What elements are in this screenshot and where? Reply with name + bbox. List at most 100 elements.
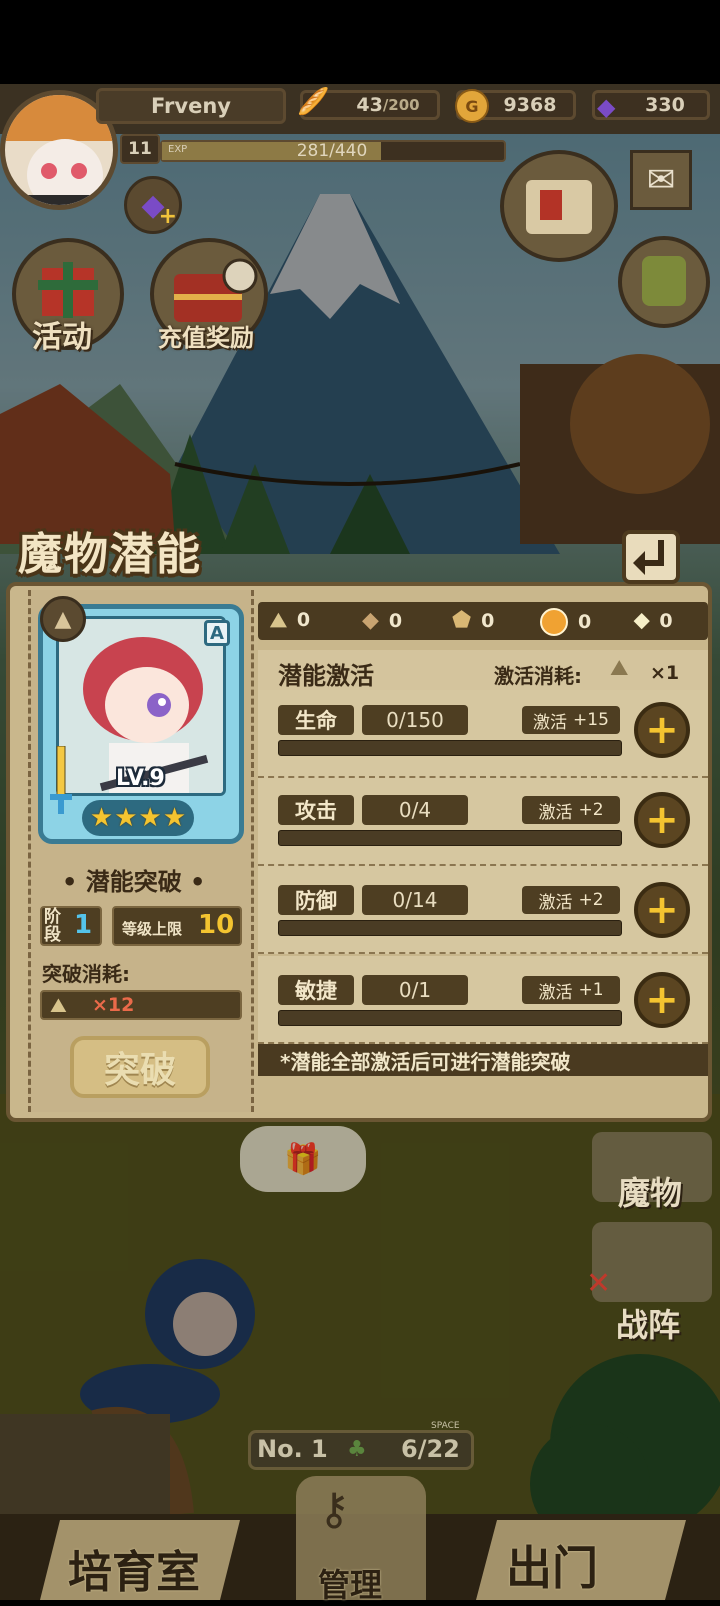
stat-name: 生命 <box>278 705 354 735</box>
orb-icon <box>540 608 568 636</box>
quest-scroll-button[interactable] <box>500 150 618 262</box>
level-cap-label: 等级上限 <box>122 920 183 938</box>
formation-menu-label: 战阵 <box>616 1306 681 1344</box>
ore-icon: ⛰ <box>50 993 67 1017</box>
space-count: 6/22 <box>401 1435 460 1463</box>
material-slot-2: ◆ 0 <box>362 608 402 633</box>
plus-icon: + <box>158 204 177 229</box>
stat-progress-track <box>278 740 622 756</box>
activate-label: 激活 <box>533 712 568 733</box>
material-slot-3: ⬟ 0 <box>452 608 494 633</box>
stage-box: 阶段 1 <box>40 906 102 946</box>
breakthrough-cost-box: ⛰ ×12 <box>40 990 242 1020</box>
back-button[interactable] <box>622 530 680 584</box>
stat-value: 0/150 <box>362 705 468 735</box>
stat-name: 敏捷 <box>278 975 354 1005</box>
breakthrough-cost-label: 突破消耗: <box>42 962 130 986</box>
stat-bonus: 激活 +15 <box>522 706 620 734</box>
star-icon: ★ <box>162 803 187 833</box>
rank-badge: A <box>204 620 230 646</box>
sword-class-icon <box>48 745 72 816</box>
monster-level: LV.9 <box>116 766 165 791</box>
mail-button[interactable]: ✉ <box>630 150 692 210</box>
plus-icon: + <box>645 797 679 843</box>
return-arrow-icon <box>633 540 664 575</box>
exp-bar: EXP 281/440 <box>160 140 506 162</box>
stat-bonus: 激活 +2 <box>522 796 620 824</box>
light-crystal-icon: ⬥ <box>634 608 650 633</box>
material-count: 0 <box>296 609 311 631</box>
gold-value: 9368 <box>503 94 557 116</box>
material-count: 0 <box>481 609 495 632</box>
stat-value: 0/4 <box>362 795 468 825</box>
backpack-button[interactable] <box>618 236 710 328</box>
level-cap-box: 等级上限 10 <box>112 906 242 946</box>
stat-value: 0/1 <box>362 975 468 1005</box>
element-badge: ▲ <box>40 596 86 642</box>
activation-note: *潜能全部激活后可进行潜能突破 <box>258 1044 708 1076</box>
activate-attack-button[interactable]: + <box>634 792 690 848</box>
monsters-menu-label: 魔物 <box>618 1174 683 1212</box>
star-icon: ★ <box>89 803 114 833</box>
panel-title: 魔物潜能 <box>18 529 202 580</box>
backpack-icon <box>642 256 686 306</box>
mountain-element-icon: ▲ <box>54 606 72 632</box>
sprout-icon: ♣ <box>347 1437 367 1462</box>
activate-hp-button[interactable]: + <box>634 702 690 758</box>
activity-label: 活动 <box>32 320 92 355</box>
stat-value: 0/14 <box>362 885 468 915</box>
stat-name: 攻击 <box>278 795 354 825</box>
activation-cost-label: 激活消耗: <box>494 664 582 688</box>
star-icon: ★ <box>138 803 162 833</box>
recharge-label: 充值奖励 <box>158 324 254 352</box>
stat-progress-track <box>278 830 622 846</box>
activate-label: 激活 <box>538 892 573 913</box>
keys-icon: ⚷ <box>318 1484 351 1535</box>
breakthrough-button[interactable]: 突破 <box>70 1036 210 1098</box>
player-level: 11 <box>120 134 160 164</box>
rank-label: No. 1 <box>257 1435 328 1463</box>
gem-shard-icon: ⬟ <box>452 608 472 633</box>
stat-progress-track <box>278 920 622 936</box>
stage-value: 1 <box>74 910 93 940</box>
activate-agility-button[interactable]: + <box>634 972 690 1028</box>
bread-icon: 🥖 <box>297 87 330 117</box>
gift-bubble[interactable]: 🎁 <box>240 1126 366 1192</box>
gem-value: 330 <box>645 94 685 116</box>
plus-icon: + <box>645 887 679 933</box>
stat-bonus-value: +2 <box>578 890 604 910</box>
material-count: 0 <box>659 609 673 632</box>
activation-heading: 潜能激活 <box>278 662 374 690</box>
stat-bonus-value: +2 <box>578 800 604 820</box>
gem-add-button[interactable]: ◆ + <box>124 176 182 234</box>
space-label: SPACE <box>431 1421 460 1431</box>
material-slot-4: 0 <box>540 608 591 636</box>
stamina-display: 🥖 43 /200 <box>297 87 440 120</box>
star-icon: ★ <box>114 803 138 833</box>
activation-cost-value: ×1 <box>650 662 680 684</box>
material-count: 0 <box>388 609 403 632</box>
activate-label: 激活 <box>538 982 573 1003</box>
stat-bonus: 激活 +2 <box>522 886 620 914</box>
ore-icon: ⛰ <box>610 656 629 681</box>
exp-value: 281/440 <box>296 141 368 161</box>
stat-name: 防御 <box>278 885 354 915</box>
stat-bonus-value: +15 <box>573 710 609 730</box>
gift-icon: 🎁 <box>284 1141 322 1177</box>
space-bar: No. 1 ♣ SPACE 6/22 <box>248 1421 474 1470</box>
gold-display: G 9368 <box>455 89 576 123</box>
nursery-nav-label: 培育室 <box>68 1547 200 1598</box>
ore-icon: ⛰ <box>270 608 287 632</box>
star-rating: ★ ★ ★ ★ <box>82 800 194 836</box>
level-cap-value: 10 <box>198 910 235 940</box>
plus-icon: + <box>645 707 679 753</box>
gold-coin-icon: G <box>455 89 489 123</box>
material-slot-1: ⛰ 0 <box>270 608 310 632</box>
crystal-icon: ◆ <box>362 608 379 633</box>
stat-bonus-value: +1 <box>578 980 604 1000</box>
stamina-max: /200 <box>382 96 420 114</box>
gem-icon: ◆ <box>597 93 616 121</box>
gem-display: ◆ 330 <box>592 90 710 121</box>
activate-defense-button[interactable]: + <box>634 882 690 938</box>
material-slot-5: ⬥ 0 <box>634 608 673 633</box>
